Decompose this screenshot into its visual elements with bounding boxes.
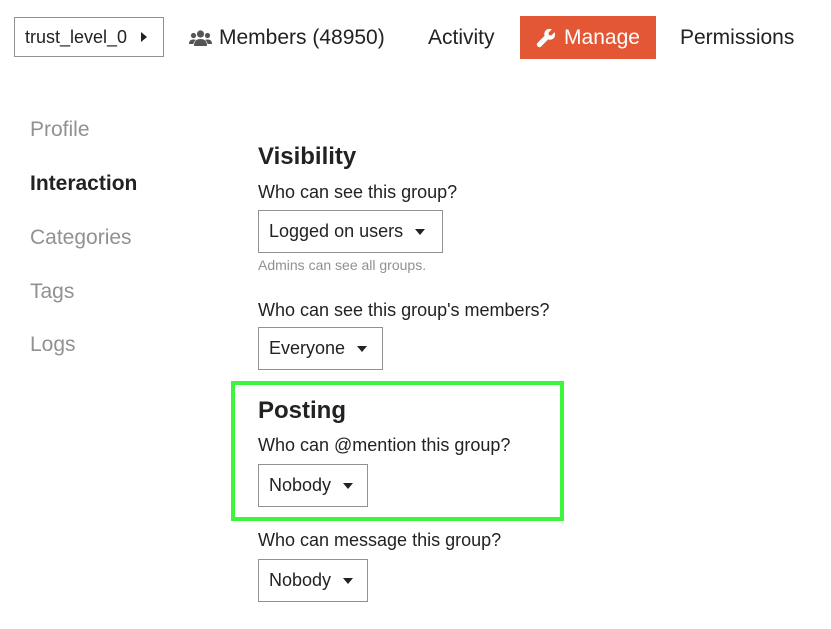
caret-down-icon — [343, 577, 354, 584]
visibility-title: Visibility — [258, 143, 357, 170]
group-selector-label: trust_level_0 — [25, 26, 128, 47]
nav-members[interactable]: Members (48950) — [189, 16, 385, 59]
nav-manage-label: Manage — [564, 25, 640, 49]
mention-value: Nobody — [269, 475, 332, 495]
message-value: Nobody — [269, 570, 332, 590]
sidebar-item-categories[interactable]: Categories — [30, 226, 132, 250]
see-members-select[interactable]: Everyone — [258, 327, 383, 370]
sidebar-item-interaction[interactable]: Interaction — [30, 172, 137, 196]
sidebar-item-tags[interactable]: Tags — [30, 280, 74, 304]
sidebar-item-profile[interactable]: Profile — [30, 118, 90, 142]
nav-members-label: Members (48950) — [219, 25, 385, 49]
caret-right-icon — [141, 32, 148, 42]
see-group-label: Who can see this group? — [258, 182, 458, 202]
wrench-icon — [536, 28, 556, 47]
caret-down-icon — [357, 345, 368, 352]
message-label: Who can message this group? — [258, 530, 502, 550]
mention-select[interactable]: Nobody — [258, 464, 368, 507]
caret-down-icon — [343, 482, 354, 489]
nav-manage[interactable]: Manage — [520, 16, 656, 59]
message-select[interactable]: Nobody — [258, 559, 368, 602]
nav-permissions-label: Permissions — [680, 25, 795, 49]
group-selector[interactable]: trust_level_0 — [14, 17, 164, 57]
posting-title: Posting — [258, 397, 346, 424]
users-icon — [189, 29, 212, 46]
see-group-help: Admins can see all groups. — [258, 257, 427, 273]
see-members-label: Who can see this group's members? — [258, 300, 550, 320]
see-members-value: Everyone — [269, 338, 346, 358]
nav-activity-label: Activity — [428, 25, 495, 49]
caret-down-icon — [415, 228, 426, 235]
see-group-select[interactable]: Logged on users — [258, 210, 443, 253]
see-group-value: Logged on users — [269, 221, 404, 241]
mention-label: Who can @mention this group? — [258, 435, 511, 455]
sidebar-item-logs[interactable]: Logs — [30, 333, 76, 357]
nav-activity[interactable]: Activity — [428, 16, 495, 59]
nav-permissions[interactable]: Permissions — [680, 16, 794, 59]
